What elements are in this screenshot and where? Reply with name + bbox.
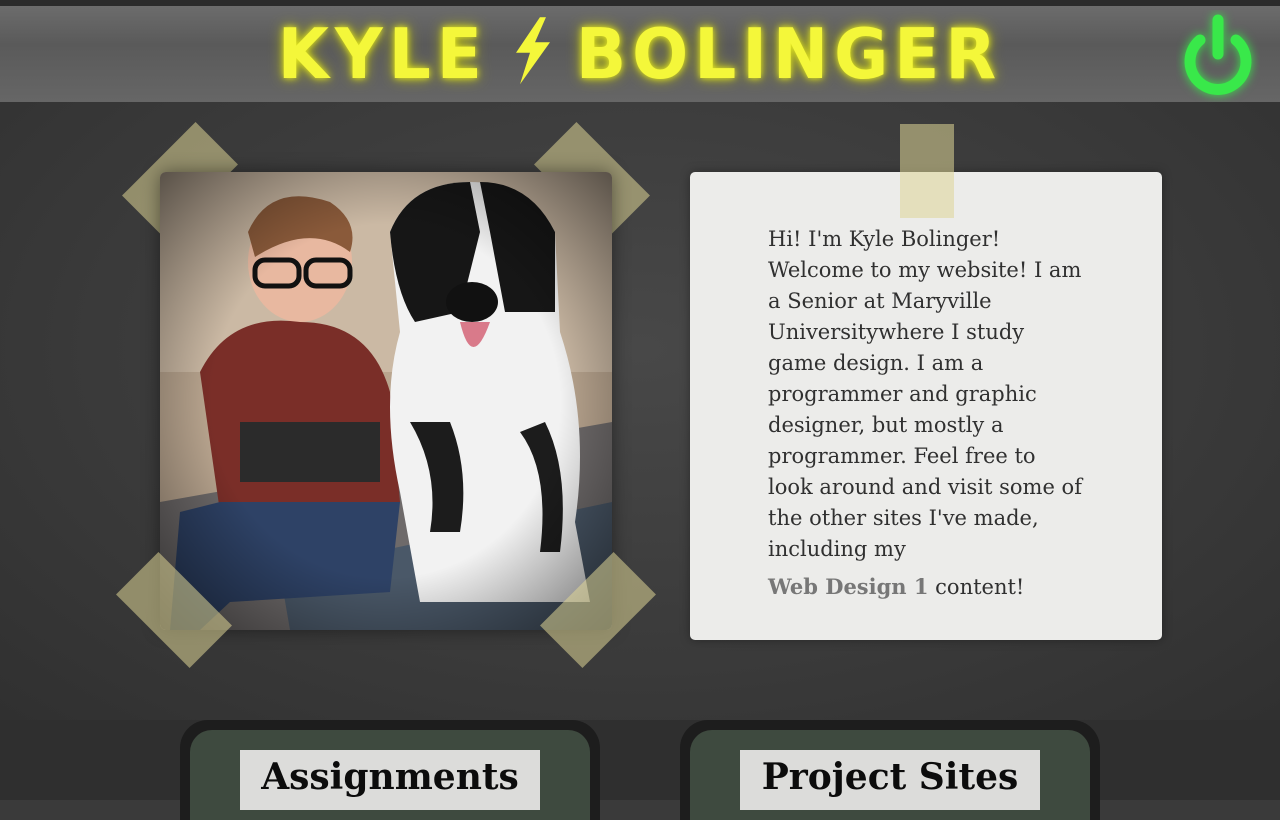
power-button[interactable] bbox=[1176, 10, 1260, 102]
assignments-card: Assignments bbox=[180, 720, 600, 820]
site-title: KYLE BOLINGER bbox=[0, 14, 1280, 101]
about-text: Hi! I'm Kyle Bolinger! Welcome to my web… bbox=[768, 224, 1084, 603]
about-outro-text: content! bbox=[928, 575, 1025, 599]
bottom-nav: Assignments Project Sites bbox=[0, 720, 1280, 820]
about-intro-text: Hi! I'm Kyle Bolinger! Welcome to my web… bbox=[768, 227, 1082, 561]
title-first-name: KYLE bbox=[277, 13, 488, 95]
lightning-bolt-icon bbox=[510, 17, 554, 101]
profile-photo bbox=[160, 172, 612, 630]
title-last-name: BOLINGER bbox=[575, 13, 1003, 95]
photo-of-kyle-with-dog-statue bbox=[160, 172, 612, 630]
main-content: Hi! I'm Kyle Bolinger! Welcome to my web… bbox=[0, 102, 1280, 720]
assignments-button[interactable]: Assignments bbox=[240, 750, 540, 810]
project-sites-button[interactable]: Project Sites bbox=[740, 750, 1040, 810]
about-card: Hi! I'm Kyle Bolinger! Welcome to my web… bbox=[690, 172, 1162, 640]
web-design-1-link[interactable]: Web Design 1 bbox=[768, 574, 928, 599]
tape-decoration bbox=[900, 124, 954, 218]
site-header: KYLE BOLINGER bbox=[0, 0, 1280, 102]
power-icon bbox=[1184, 14, 1252, 95]
project-sites-card: Project Sites bbox=[680, 720, 1100, 820]
